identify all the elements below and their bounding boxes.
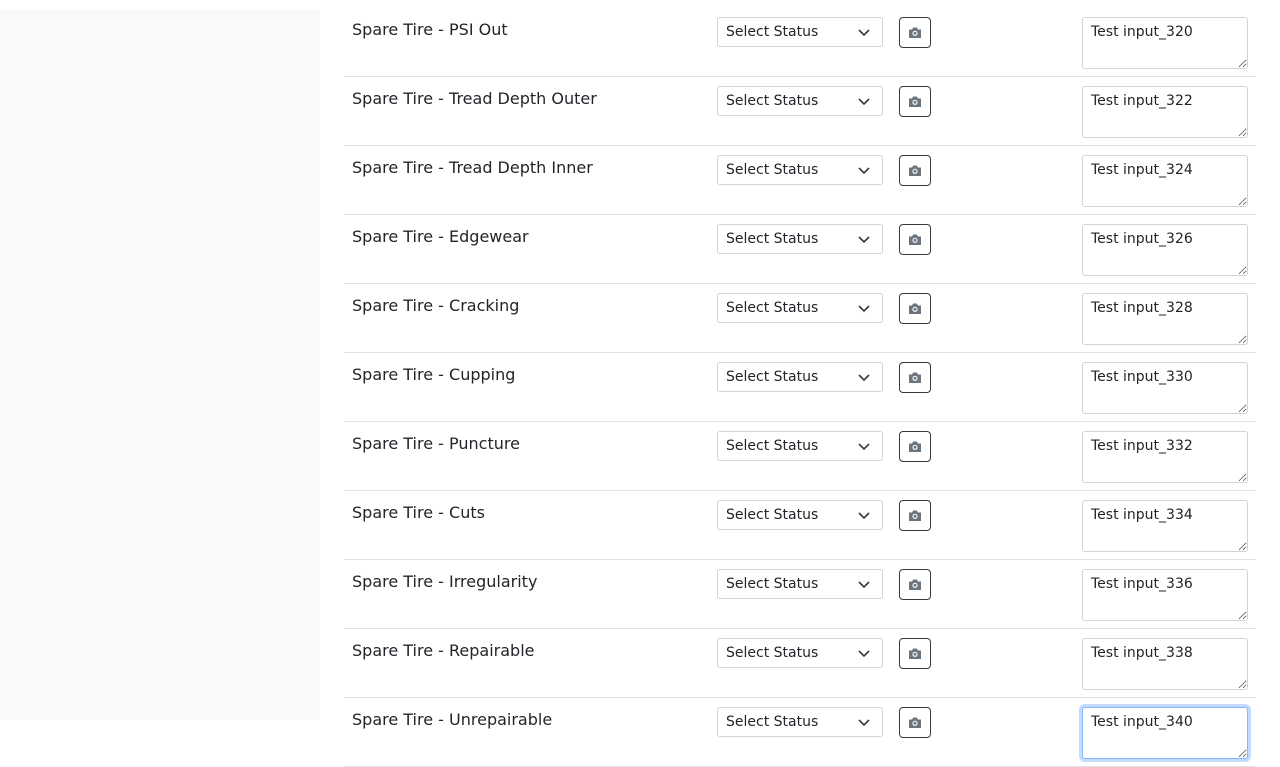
inspection-row: Spare Tire - Irregularity Select Status … <box>344 560 1256 629</box>
camera-icon <box>909 717 921 728</box>
item-label: Spare Tire - Cupping <box>352 365 516 384</box>
notes-textarea[interactable]: Test input_332 <box>1082 431 1248 483</box>
chevron-down-icon <box>858 719 870 727</box>
status-select[interactable]: Select Status <box>717 638 883 668</box>
status-select-value: Select Status <box>726 369 819 385</box>
camera-button[interactable] <box>899 500 931 531</box>
item-label: Spare Tire - Unrepairable <box>352 710 553 729</box>
camera-icon <box>909 648 921 659</box>
status-select-value: Select Status <box>726 300 819 316</box>
chevron-down-icon <box>858 98 870 106</box>
camera-button[interactable] <box>899 638 931 669</box>
notes-textarea[interactable]: Test input_340 <box>1082 707 1248 759</box>
status-select-value: Select Status <box>726 93 819 109</box>
inspection-row: Spare Tire - Puncture Select Status Test… <box>344 422 1256 491</box>
notes-textarea[interactable]: Test input_328 <box>1082 293 1248 345</box>
inspection-row: Spare Tire - Unrepairable Select Status … <box>344 698 1256 767</box>
inspection-row: Spare Tire - Tread Depth Outer Select St… <box>344 77 1256 146</box>
status-select-value: Select Status <box>726 645 819 661</box>
chevron-down-icon <box>858 305 870 313</box>
camera-button[interactable] <box>899 17 931 48</box>
status-select[interactable]: Select Status <box>717 431 883 461</box>
inspection-table: Spare Tire - PSI Out Select Status Test … <box>344 8 1256 767</box>
item-label: Spare Tire - PSI Out <box>352 20 508 39</box>
status-select[interactable]: Select Status <box>717 293 883 323</box>
item-label: Spare Tire - Cracking <box>352 296 520 315</box>
chevron-down-icon <box>858 443 870 451</box>
item-label: Spare Tire - Repairable <box>352 641 535 660</box>
status-select[interactable]: Select Status <box>717 500 883 530</box>
camera-icon <box>909 441 921 452</box>
notes-textarea[interactable]: Test input_334 <box>1082 500 1248 552</box>
chevron-down-icon <box>858 650 870 658</box>
chevron-down-icon <box>858 581 870 589</box>
status-select-value: Select Status <box>726 231 819 247</box>
camera-button[interactable] <box>899 293 931 324</box>
camera-button[interactable] <box>899 431 931 462</box>
notes-textarea[interactable]: Test input_330 <box>1082 362 1248 414</box>
status-select[interactable]: Select Status <box>717 707 883 737</box>
camera-icon <box>909 234 921 245</box>
camera-icon <box>909 510 921 521</box>
camera-button[interactable] <box>899 569 931 600</box>
status-select[interactable]: Select Status <box>717 17 883 47</box>
camera-icon <box>909 579 921 590</box>
camera-button[interactable] <box>899 86 931 117</box>
camera-icon <box>909 303 921 314</box>
status-select-value: Select Status <box>726 507 819 523</box>
status-select[interactable]: Select Status <box>717 569 883 599</box>
notes-textarea[interactable]: Test input_338 <box>1082 638 1248 690</box>
camera-icon <box>909 165 921 176</box>
camera-button[interactable] <box>899 362 931 393</box>
status-select-value: Select Status <box>726 438 819 454</box>
notes-textarea[interactable]: Test input_322 <box>1082 86 1248 138</box>
status-select[interactable]: Select Status <box>717 362 883 392</box>
chevron-down-icon <box>858 512 870 520</box>
item-label: Spare Tire - Cuts <box>352 503 485 522</box>
notes-textarea[interactable]: Test input_326 <box>1082 224 1248 276</box>
item-label: Spare Tire - Tread Depth Outer <box>352 89 597 108</box>
status-select-value: Select Status <box>726 162 819 178</box>
inspection-row: Spare Tire - Edgewear Select Status Test… <box>344 215 1256 284</box>
notes-textarea[interactable]: Test input_336 <box>1082 569 1248 621</box>
status-select[interactable]: Select Status <box>717 224 883 254</box>
chevron-down-icon <box>858 167 870 175</box>
chevron-down-icon <box>858 236 870 244</box>
camera-button[interactable] <box>899 224 931 255</box>
inspection-row: Spare Tire - Tread Depth Inner Select St… <box>344 146 1256 215</box>
item-label: Spare Tire - Edgewear <box>352 227 529 246</box>
sidebar <box>0 10 320 720</box>
inspection-row: Spare Tire - PSI Out Select Status Test … <box>344 8 1256 77</box>
notes-textarea[interactable]: Test input_320 <box>1082 17 1248 69</box>
camera-icon <box>909 96 921 107</box>
status-select[interactable]: Select Status <box>717 86 883 116</box>
status-select[interactable]: Select Status <box>717 155 883 185</box>
item-label: Spare Tire - Irregularity <box>352 572 538 591</box>
chevron-down-icon <box>858 29 870 37</box>
camera-icon <box>909 372 921 383</box>
camera-button[interactable] <box>899 155 931 186</box>
item-label: Spare Tire - Tread Depth Inner <box>352 158 593 177</box>
inspection-row: Spare Tire - Cupping Select Status Test … <box>344 353 1256 422</box>
camera-button[interactable] <box>899 707 931 738</box>
status-select-value: Select Status <box>726 714 819 730</box>
camera-icon <box>909 27 921 38</box>
inspection-row: Spare Tire - Repairable Select Status Te… <box>344 629 1256 698</box>
status-select-value: Select Status <box>726 24 819 40</box>
inspection-row: Spare Tire - Cracking Select Status Test… <box>344 284 1256 353</box>
status-select-value: Select Status <box>726 576 819 592</box>
notes-textarea[interactable]: Test input_324 <box>1082 155 1248 207</box>
item-label: Spare Tire - Puncture <box>352 434 520 453</box>
inspection-row: Spare Tire - Cuts Select Status Test inp… <box>344 491 1256 560</box>
chevron-down-icon <box>858 374 870 382</box>
